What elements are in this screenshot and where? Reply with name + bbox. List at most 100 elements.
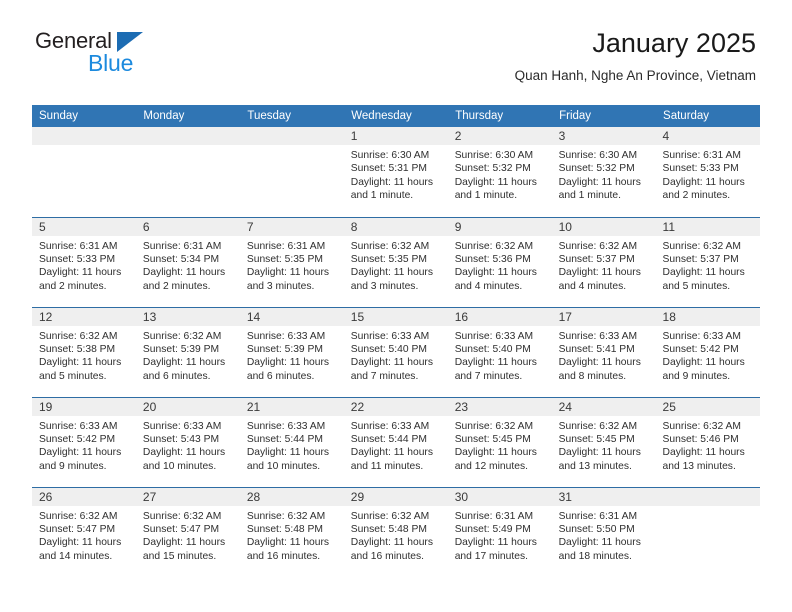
- day-details: Sunrise: 6:30 AM Sunset: 5:31 PM Daylight:…: [344, 145, 448, 203]
- day-number: 12: [32, 307, 136, 326]
- day-details: Sunrise: 6:32 AM Sunset: 5:45 PM Daylight:…: [552, 416, 656, 474]
- sunset-time: Sunset: 5:40 PM: [350, 343, 427, 355]
- sunrise-time: Sunrise: 6:30 AM: [558, 150, 638, 161]
- calendar-day-cell[interactable]: 11 Sunrise: 6:32 AM Sunset: 5:37 PM Dayligh…: [655, 216, 760, 307]
- day-number: 25: [655, 397, 760, 416]
- calendar-day-cell[interactable]: 3 Sunrise: 6:30 AM Sunset: 5:32 PM Daylight…: [551, 127, 656, 217]
- daylight-line-2: and 18 minutes.: [558, 550, 632, 562]
- calendar-day-cell[interactable]: 7 Sunrise: 6:31 AM Sunset: 5:35 PM Daylight…: [239, 216, 344, 307]
- calendar-body: 1 Sunrise: 6:30 AM Sunset: 5:31 PM Daylight…: [32, 127, 760, 577]
- daylight-line-1: Daylight: 11 hours: [558, 267, 641, 279]
- day-number: 17: [551, 307, 656, 326]
- sunrise-time: Sunrise: 6:32 AM: [246, 510, 326, 522]
- sunset-time: Sunset: 5:44 PM: [350, 433, 427, 445]
- calendar-day-cell[interactable]: 12 Sunrise: 6:32 AM Sunset: 5:38 PM Dayligh…: [32, 306, 136, 397]
- calendar-day-cell[interactable]: 10 Sunrise: 6:32 AM Sunset: 5:37 PM Dayligh…: [551, 216, 656, 307]
- sunrise-time: Sunrise: 6:30 AM: [454, 150, 534, 161]
- daylight-line-2: and 16 minutes.: [246, 550, 321, 562]
- calendar-day-cell[interactable]: 8 Sunrise: 6:32 AM Sunset: 5:35 PM Daylight…: [343, 216, 448, 307]
- calendar-week-row: 26 Sunrise: 6:32 AM Sunset: 5:47 PM Dayligh…: [32, 486, 760, 577]
- daylight-line-1: Daylight: 11 hours: [558, 447, 641, 459]
- sunset-time: Sunset: 5:49 PM: [454, 523, 531, 535]
- calendar-day-cell[interactable]: 21 Sunrise: 6:33 AM Sunset: 5:44 PM Dayligh…: [239, 396, 344, 487]
- sunrise-time: Sunrise: 6:33 AM: [454, 330, 534, 342]
- daylight-line-1: Daylight: 11 hours: [454, 267, 537, 279]
- day-number: 23: [447, 397, 552, 416]
- daylight-line-2: and 14 minutes.: [39, 550, 113, 562]
- day-number: 2: [447, 127, 552, 145]
- calendar-day-cell[interactable]: 31 Sunrise: 6:31 AM Sunset: 5:50 PM Dayligh…: [551, 486, 656, 577]
- daylight-line-2: and 12 minutes.: [454, 460, 528, 472]
- day-number: 24: [551, 397, 656, 416]
- day-details: Sunrise: 6:33 AM Sunset: 5:43 PM Daylight:…: [136, 416, 240, 474]
- calendar-day-cell[interactable]: 28 Sunrise: 6:32 AM Sunset: 5:48 PM Dayligh…: [239, 486, 344, 577]
- day-number: 4: [655, 127, 760, 145]
- calendar-day-cell[interactable]: 29 Sunrise: 6:32 AM Sunset: 5:48 PM Dayligh…: [343, 486, 448, 577]
- sunrise-time: Sunrise: 6:31 AM: [39, 240, 118, 252]
- day-number: [32, 127, 136, 145]
- day-number: 1: [343, 127, 448, 145]
- day-details: Sunrise: 6:33 AM Sunset: 5:42 PM Daylight:…: [656, 326, 760, 384]
- daylight-line-2: and 4 minutes.: [558, 280, 627, 292]
- calendar-day-cell[interactable]: 19 Sunrise: 6:33 AM Sunset: 5:42 PM Dayligh…: [32, 396, 136, 487]
- calendar-day-cell[interactable]: 30 Sunrise: 6:31 AM Sunset: 5:49 PM Dayligh…: [447, 486, 552, 577]
- title-block: January 2025 Quan Hanh, Nghe An Province…: [515, 28, 756, 83]
- daylight-line-2: and 11 minutes.: [350, 460, 424, 472]
- calendar-day-cell[interactable]: 14 Sunrise: 6:33 AM Sunset: 5:39 PM Dayligh…: [239, 306, 344, 397]
- sunset-time: Sunset: 5:39 PM: [142, 343, 220, 355]
- daylight-line-1: Daylight: 11 hours: [246, 357, 330, 369]
- calendar-header-row: Sunday Monday Tuesday Wednesday Thursday Frid…: [32, 105, 760, 127]
- sunrise-time: Sunrise: 6:32 AM: [558, 240, 638, 252]
- day-details: Sunrise: 6:30 AM Sunset: 5:32 PM Daylight:…: [448, 145, 552, 203]
- calendar-day-cell-empty: [655, 486, 760, 577]
- day-details: Sunrise: 6:31 AM Sunset: 5:33 PM Daylight:…: [656, 145, 760, 203]
- day-number: 18: [655, 307, 760, 326]
- day-details: Sunrise: 6:33 AM Sunset: 5:39 PM Daylight:…: [240, 326, 344, 384]
- weekday-header-wednesday: Wednesday: [343, 105, 449, 127]
- calendar-day-cell[interactable]: 22 Sunrise: 6:33 AM Sunset: 5:44 PM Dayligh…: [343, 396, 448, 487]
- general-blue-logo[interactable]: General Blue: [35, 30, 215, 82]
- sunset-time: Sunset: 5:38 PM: [39, 343, 116, 355]
- calendar-day-cell[interactable]: 1 Sunrise: 6:30 AM Sunset: 5:31 PM Daylight…: [343, 127, 448, 217]
- daylight-line-1: Daylight: 11 hours: [246, 267, 330, 279]
- calendar-day-cell-empty: [32, 127, 136, 217]
- day-number: 14: [239, 307, 344, 326]
- day-number: 7: [239, 217, 344, 236]
- calendar-day-cell[interactable]: 26 Sunrise: 6:32 AM Sunset: 5:47 PM Dayligh…: [32, 486, 136, 577]
- sunrise-time: Sunrise: 6:31 AM: [558, 510, 638, 522]
- logo-word-blue: Blue: [88, 50, 134, 76]
- sunrise-time: Sunrise: 6:32 AM: [454, 240, 534, 252]
- calendar-day-cell[interactable]: 2 Sunrise: 6:30 AM Sunset: 5:32 PM Daylight…: [447, 127, 552, 217]
- page-subtitle: Quan Hanh, Nghe An Province, Vietnam: [514, 68, 756, 84]
- day-details: Sunrise: 6:32 AM Sunset: 5:37 PM Daylight:…: [552, 236, 656, 294]
- day-number: 19: [32, 397, 136, 416]
- calendar-day-cell[interactable]: 15 Sunrise: 6:33 AM Sunset: 5:40 PM Dayligh…: [343, 306, 448, 397]
- daylight-line-1: Daylight: 11 hours: [246, 447, 330, 459]
- calendar-day-cell[interactable]: 18 Sunrise: 6:33 AM Sunset: 5:42 PM Dayligh…: [655, 306, 760, 397]
- calendar-day-cell[interactable]: 20 Sunrise: 6:33 AM Sunset: 5:43 PM Dayligh…: [135, 396, 240, 487]
- daylight-line-2: and 2 minutes.: [142, 280, 211, 292]
- daylight-line-2: and 3 minutes.: [350, 280, 419, 292]
- sunrise-time: Sunrise: 6:33 AM: [350, 330, 430, 342]
- calendar-day-cell[interactable]: 23 Sunrise: 6:32 AM Sunset: 5:45 PM Dayligh…: [447, 396, 552, 487]
- calendar-day-cell[interactable]: 27 Sunrise: 6:32 AM Sunset: 5:47 PM Dayligh…: [135, 486, 240, 577]
- calendar-day-cell[interactable]: 24 Sunrise: 6:32 AM Sunset: 5:45 PM Dayligh…: [551, 396, 656, 487]
- day-number: 9: [447, 217, 552, 236]
- daylight-line-2: and 2 minutes.: [662, 190, 731, 202]
- sunset-time: Sunset: 5:48 PM: [350, 523, 427, 535]
- calendar-day-cell[interactable]: 17 Sunrise: 6:33 AM Sunset: 5:41 PM Dayligh…: [551, 306, 656, 397]
- sunset-time: Sunset: 5:46 PM: [662, 433, 739, 445]
- sunrise-time: Sunrise: 6:30 AM: [350, 150, 430, 161]
- calendar-day-cell[interactable]: 25 Sunrise: 6:32 AM Sunset: 5:46 PM Dayligh…: [655, 396, 760, 487]
- calendar-day-cell[interactable]: 6 Sunrise: 6:31 AM Sunset: 5:34 PM Daylight…: [135, 216, 240, 307]
- calendar-day-cell[interactable]: 16 Sunrise: 6:33 AM Sunset: 5:40 PM Dayligh…: [447, 306, 552, 397]
- sunset-time: Sunset: 5:47 PM: [39, 523, 116, 535]
- calendar-day-cell[interactable]: 9 Sunrise: 6:32 AM Sunset: 5:36 PM Daylight…: [447, 216, 552, 307]
- calendar-day-cell[interactable]: 5 Sunrise: 6:31 AM Sunset: 5:33 PM Daylight…: [32, 216, 136, 307]
- daylight-line-1: Daylight: 11 hours: [142, 357, 226, 369]
- sunset-time: Sunset: 5:39 PM: [246, 343, 323, 355]
- calendar-day-cell[interactable]: 4 Sunrise: 6:31 AM Sunset: 5:33 PM Daylight…: [655, 127, 760, 217]
- daylight-line-1: Daylight: 11 hours: [662, 176, 745, 188]
- page-header: General Blue January 2025 Quan Hanh, Ngh…: [0, 0, 792, 105]
- calendar-day-cell[interactable]: 13 Sunrise: 6:32 AM Sunset: 5:39 PM Dayligh…: [135, 306, 240, 397]
